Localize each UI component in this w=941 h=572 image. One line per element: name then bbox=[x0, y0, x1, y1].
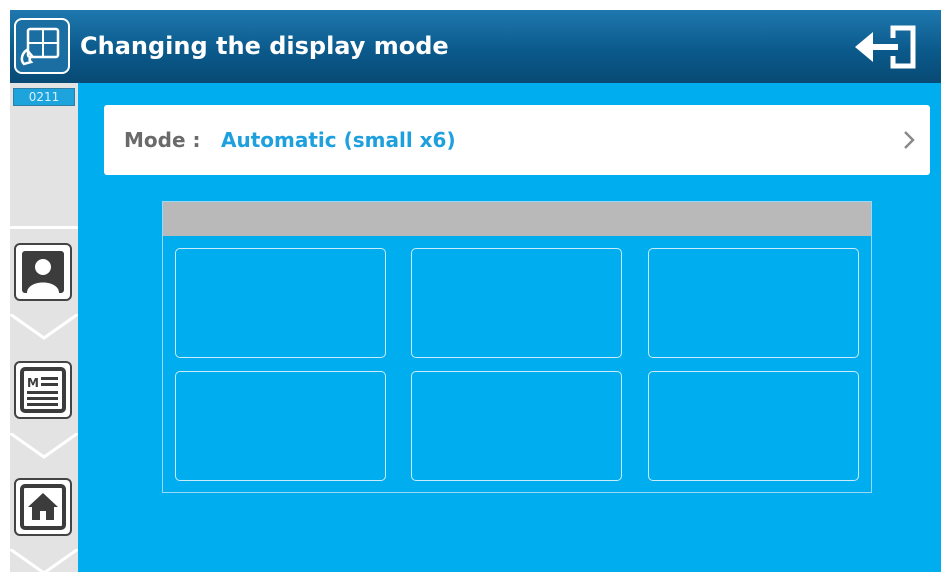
preview-tile bbox=[175, 371, 386, 481]
code-badge: 0211 bbox=[13, 88, 75, 106]
preview-tile bbox=[411, 248, 622, 358]
chevron-right-icon bbox=[904, 131, 915, 149]
home-icon bbox=[20, 484, 66, 530]
preview-tile bbox=[648, 248, 859, 358]
message-icon: M bbox=[20, 367, 66, 413]
sidebar-divider bbox=[10, 226, 78, 229]
layout-preview bbox=[162, 201, 872, 493]
main-panel: Mode : Automatic (small x6) bbox=[78, 83, 941, 572]
screen: Changing the display mode 0211 M Mode: … bbox=[10, 10, 941, 572]
mode-label: Mode : bbox=[124, 128, 201, 152]
chevron-down-icon bbox=[10, 433, 78, 459]
chevron-down-icon bbox=[10, 314, 78, 340]
messages-button[interactable]: M bbox=[14, 361, 72, 419]
exit-icon bbox=[855, 25, 916, 69]
mode-selector[interactable]: Mode : Automatic (small x6) bbox=[104, 105, 930, 175]
preview-tile bbox=[175, 248, 386, 358]
home-button[interactable] bbox=[14, 478, 72, 536]
sidebar: 0211 M bbox=[10, 83, 78, 572]
preview-title-bar bbox=[163, 202, 871, 236]
contact-icon bbox=[22, 251, 64, 293]
header-bar: Changing the display mode bbox=[10, 10, 941, 83]
contacts-button[interactable] bbox=[14, 243, 72, 301]
preview-tile bbox=[648, 371, 859, 481]
preview-tile bbox=[411, 371, 622, 481]
chevron-down-icon bbox=[10, 549, 78, 572]
intercom-panel-icon bbox=[14, 18, 70, 74]
mode-value: Automatic (small x6) bbox=[221, 128, 456, 152]
page-title: Changing the display mode bbox=[80, 32, 449, 60]
svg-text:M: M bbox=[27, 376, 39, 390]
exit-button[interactable] bbox=[853, 24, 917, 70]
